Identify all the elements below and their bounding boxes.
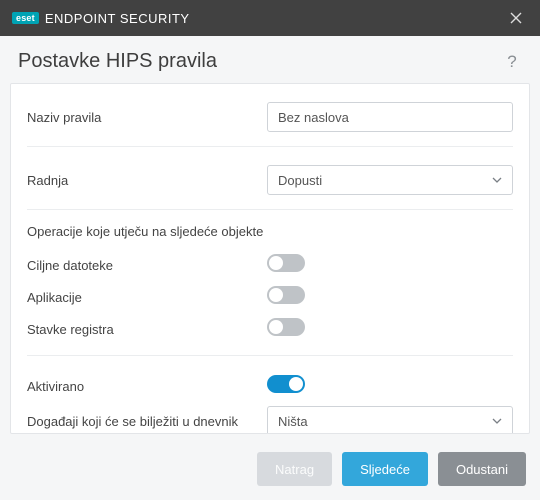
operations-title: Operacije koje utječu na sljedeće objekt… (27, 224, 513, 239)
cancel-button[interactable]: Odustani (438, 452, 526, 486)
rule-name-input[interactable] (267, 102, 513, 132)
dialog-window: eset ENDPOINT SECURITY Postavke HIPS pra… (0, 0, 540, 500)
divider (27, 209, 513, 210)
footer: Natrag Sljedeće Odustani (0, 444, 540, 500)
row-rule-name: Naziv pravila (27, 98, 513, 136)
header: Postavke HIPS pravila ? (0, 36, 540, 83)
brand-text: ENDPOINT SECURITY (45, 11, 190, 26)
brand-badge: eset (12, 12, 39, 24)
applications-label: Aplikacije (27, 290, 267, 305)
help-button[interactable]: ? (502, 52, 522, 72)
logging-select-value: Ništa (278, 414, 308, 429)
page-title: Postavke HIPS pravila (18, 50, 217, 73)
chevron-down-icon (492, 175, 502, 185)
row-registry: Stavke registra (27, 313, 513, 345)
row-target-files: Ciljne datoteke (27, 249, 513, 281)
chevron-down-icon (492, 416, 502, 426)
rule-name-label: Naziv pravila (27, 110, 267, 125)
row-action: Radnja Dopusti (27, 161, 513, 199)
back-button: Natrag (257, 452, 332, 486)
target-files-toggle[interactable] (267, 254, 305, 272)
enabled-label: Aktivirano (27, 379, 267, 394)
divider (27, 146, 513, 147)
next-button[interactable]: Sljedeće (342, 452, 428, 486)
row-enabled: Aktivirano (27, 370, 513, 402)
logging-select[interactable]: Ništa (267, 406, 513, 434)
row-logging: Događaji koji će se bilježiti u dnevnik … (27, 402, 513, 434)
applications-toggle[interactable] (267, 286, 305, 304)
action-select[interactable]: Dopusti (267, 165, 513, 195)
close-icon (510, 12, 522, 24)
action-select-value: Dopusti (278, 173, 322, 188)
enabled-toggle[interactable] (267, 375, 305, 393)
target-files-label: Ciljne datoteke (27, 258, 267, 273)
registry-label: Stavke registra (27, 322, 267, 337)
close-button[interactable] (502, 4, 530, 32)
row-applications: Aplikacije (27, 281, 513, 313)
logging-label: Događaji koji će se bilježiti u dnevnik (27, 414, 267, 429)
registry-toggle[interactable] (267, 318, 305, 336)
main-panel: Naziv pravila Radnja Dopusti Operacije k… (10, 83, 530, 434)
titlebar: eset ENDPOINT SECURITY (0, 0, 540, 36)
divider (27, 355, 513, 356)
action-label: Radnja (27, 173, 267, 188)
